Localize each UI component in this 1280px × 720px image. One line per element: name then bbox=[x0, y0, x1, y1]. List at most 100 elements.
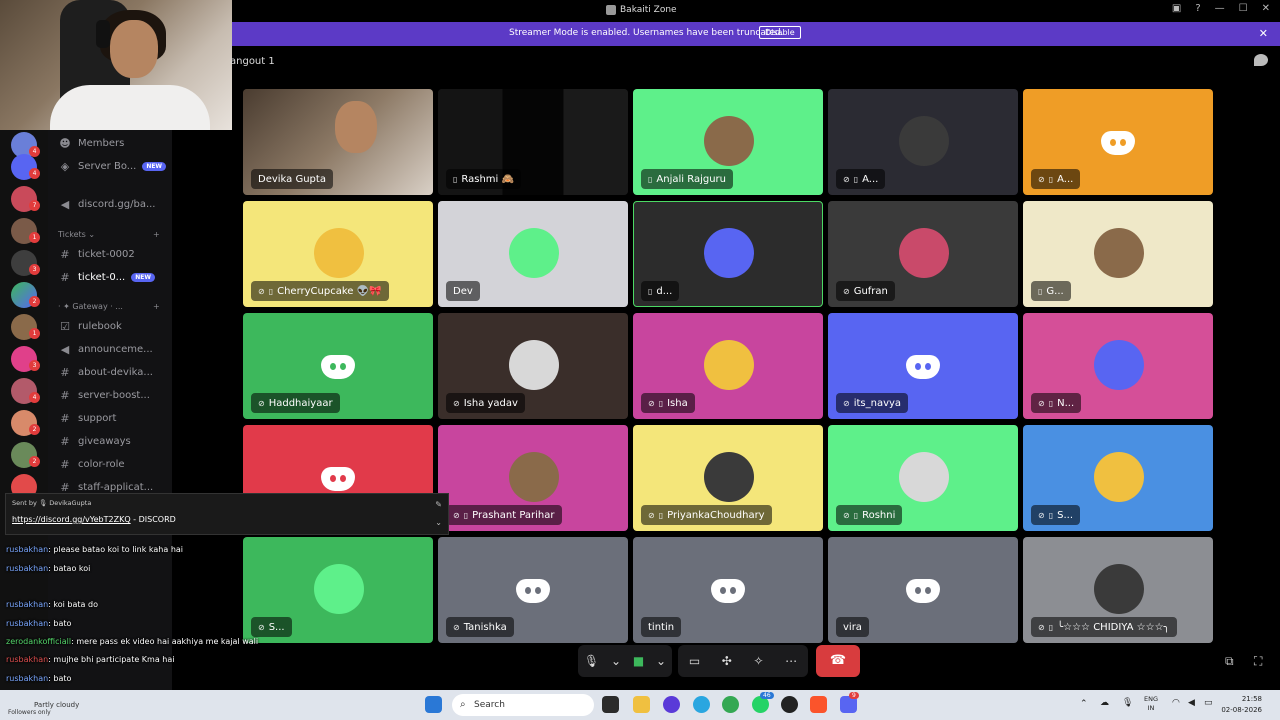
disconnect-button[interactable]: ☎ bbox=[816, 645, 860, 677]
pin-icon[interactable]: ✎ bbox=[435, 500, 442, 509]
minimize-button[interactable]: — bbox=[1215, 3, 1225, 14]
help-icon[interactable]: ? bbox=[1195, 3, 1200, 14]
inbox-icon[interactable]: ▣ bbox=[1172, 3, 1181, 14]
participant-tile[interactable]: ⊘ Tanishka bbox=[438, 537, 628, 643]
language-indicator[interactable]: ENG IN bbox=[1144, 695, 1158, 713]
channel-announcements[interactable]: ◀ announceme... bbox=[58, 340, 153, 358]
muted-icon: ⊘ bbox=[258, 286, 265, 296]
notification-badge: 46 bbox=[760, 692, 774, 699]
channel-ticket-0002[interactable]: # ticket-0002 bbox=[58, 245, 134, 263]
participant-tile[interactable]: ▯ Rashmi 🙈 bbox=[438, 89, 628, 195]
sidebar-item-invite[interactable]: ◀ discord.gg/ba... bbox=[58, 195, 156, 213]
more-options-icon[interactable]: ⋯ bbox=[785, 654, 797, 668]
participant-tile[interactable]: vira bbox=[828, 537, 1018, 643]
screen-share-icon[interactable]: ▭ bbox=[689, 654, 700, 668]
category-gateway[interactable]: · ✦ Gateway · ... + bbox=[58, 302, 160, 311]
wifi-icon[interactable]: ◠ bbox=[1172, 698, 1180, 708]
muted-icon: ⊘ bbox=[1038, 174, 1045, 184]
fullscreen-icon[interactable]: ⛶ bbox=[1254, 654, 1262, 669]
participant-tile[interactable]: ⊘ ▯ CherryCupcake 👽🎀 bbox=[243, 201, 433, 307]
taskbar-search[interactable]: ⌕ Search bbox=[452, 694, 594, 716]
participant-name-label: ⊘ ▯ A... bbox=[1031, 169, 1081, 189]
sidebar-item-server-boost[interactable]: ◈ Server Bo... NEW bbox=[58, 157, 167, 175]
maximize-button[interactable]: ☐ bbox=[1239, 3, 1248, 14]
brave-icon[interactable] bbox=[810, 696, 827, 713]
close-window-button[interactable]: ✕ bbox=[1262, 3, 1270, 14]
start-icon[interactable] bbox=[425, 696, 442, 713]
participant-name-label: ▯ Anjali Rajguru bbox=[641, 169, 733, 189]
participant-tile[interactable]: ⊘ Isha yadav bbox=[438, 313, 628, 419]
participant-tile[interactable]: ▯ Anjali Rajguru bbox=[633, 89, 823, 195]
invite-link[interactable]: https://discord.gg/vYebT2ZKQ bbox=[12, 515, 131, 524]
channel-server-boost[interactable]: # server-boost... bbox=[58, 386, 149, 404]
channel-about[interactable]: # about-devika... bbox=[58, 363, 153, 381]
chevron-down-icon[interactable]: ⌄ bbox=[611, 654, 621, 668]
add-channel-icon[interactable]: + bbox=[153, 230, 160, 239]
channel-giveaways[interactable]: # giveaways bbox=[58, 432, 130, 450]
soundboard-icon[interactable]: ✧ bbox=[753, 654, 763, 668]
channel-color-role[interactable]: # color-role bbox=[58, 455, 124, 473]
mobile-icon: ▯ bbox=[1048, 622, 1054, 632]
participant-tile[interactable]: ⊘ ▯ Isha bbox=[633, 313, 823, 419]
app-icon[interactable] bbox=[663, 696, 680, 713]
search-icon: ⌕ bbox=[460, 699, 466, 710]
notification-badge: 2 bbox=[29, 424, 40, 435]
participant-name: PriyankaChoudhary bbox=[667, 509, 765, 521]
participant-tile[interactable]: ⊘ ▯ A... bbox=[1023, 89, 1213, 195]
participant-tile[interactable]: ⊘ ▯ N... bbox=[1023, 313, 1213, 419]
volume-icon[interactable]: ◀ bbox=[1188, 698, 1195, 708]
disable-button[interactable]: Disable bbox=[759, 26, 801, 39]
participant-tile[interactable]: ⊘ Gufran bbox=[828, 201, 1018, 307]
chat-line: rusbakhan: batao koi bbox=[6, 564, 91, 573]
cloud-icon[interactable]: ☁ bbox=[1100, 698, 1109, 708]
edge-icon[interactable] bbox=[693, 696, 710, 713]
participant-tile[interactable]: ⊘ ▯ PriyankaChoudhary bbox=[633, 425, 823, 531]
chrome-icon[interactable] bbox=[722, 696, 739, 713]
category-tickets[interactable]: Tickets ⌄ + bbox=[58, 230, 160, 239]
participant-tile[interactable]: ⊘ ▯ A... bbox=[828, 89, 1018, 195]
weather-widget[interactable]: Partly cloudy Followers only bbox=[8, 693, 79, 716]
activities-icon[interactable]: ✣ bbox=[722, 654, 732, 668]
participant-name: Haddhaiyaar bbox=[268, 397, 333, 409]
camera-icon[interactable]: ■ bbox=[633, 654, 644, 668]
close-icon[interactable]: ✕ bbox=[1259, 27, 1268, 40]
mobile-icon: ▯ bbox=[648, 286, 653, 296]
participant-tile[interactable]: tintin bbox=[633, 537, 823, 643]
channel-rulebook[interactable]: ☑ rulebook bbox=[58, 317, 122, 335]
participant-tile[interactable]: Dev bbox=[438, 201, 628, 307]
audio-video-controls: 🎙 ⌄ ■ ⌄ bbox=[578, 645, 672, 677]
people-icon: ☻ bbox=[59, 136, 71, 150]
chevron-up-icon[interactable]: ⌃ bbox=[1080, 699, 1088, 709]
participant-tile[interactable]: ⊘ ▯ Roshni bbox=[828, 425, 1018, 531]
chevron-down-icon[interactable]: ⌄ bbox=[656, 654, 666, 668]
participant-tile[interactable]: ▯ d... bbox=[633, 201, 823, 307]
channel-support[interactable]: # support bbox=[58, 409, 116, 427]
chevron-down-icon[interactable]: ⌄ bbox=[435, 518, 442, 527]
channel-ticket-new[interactable]: # ticket-0... NEW bbox=[58, 268, 155, 286]
discord-logo-icon bbox=[906, 353, 940, 379]
battery-icon[interactable]: ▭ bbox=[1204, 698, 1213, 708]
app-icon[interactable] bbox=[781, 696, 798, 713]
popout-icon[interactable]: ⧉ bbox=[1225, 654, 1234, 669]
microphone-icon[interactable]: 🎙 bbox=[1122, 698, 1133, 708]
participant-tile[interactable]: ⊘ ▯ S... bbox=[1023, 425, 1213, 531]
chat-icon[interactable] bbox=[1254, 54, 1268, 66]
participant-name: Prashant Parihar bbox=[472, 509, 555, 521]
participant-tile[interactable]: ⊘ Haddhaiyaar bbox=[243, 313, 433, 419]
participant-tile[interactable]: ⊘ its_navya bbox=[828, 313, 1018, 419]
muted-icon: ⊘ bbox=[258, 398, 265, 408]
participant-tile[interactable]: ⊘ ▯ ╰☆☆☆ CHIDIYA ☆☆☆╮ bbox=[1023, 537, 1213, 643]
participant-tile[interactable]: ⊘ S... bbox=[243, 537, 433, 643]
pinned-message-overlay: Sent by 🎙 DevikaGupta https://discord.gg… bbox=[5, 493, 449, 535]
task-view-icon[interactable] bbox=[602, 696, 619, 713]
file-explorer-icon[interactable] bbox=[633, 696, 650, 713]
participant-name: Rashmi 🙈 bbox=[461, 173, 514, 185]
participant-tile[interactable]: ⊘ ▯ Prashant Parihar bbox=[438, 425, 628, 531]
participant-tile[interactable]: ▯ G... bbox=[1023, 201, 1213, 307]
sidebar-item-members[interactable]: ☻ Members bbox=[58, 134, 124, 152]
avatar bbox=[704, 452, 754, 502]
clock[interactable]: 21:58 02-08-2026 bbox=[1221, 694, 1262, 716]
participant-tile[interactable]: Devika Gupta bbox=[243, 89, 433, 195]
microphone-icon[interactable]: 🎙 bbox=[584, 654, 599, 668]
add-channel-icon[interactable]: + bbox=[153, 302, 160, 311]
